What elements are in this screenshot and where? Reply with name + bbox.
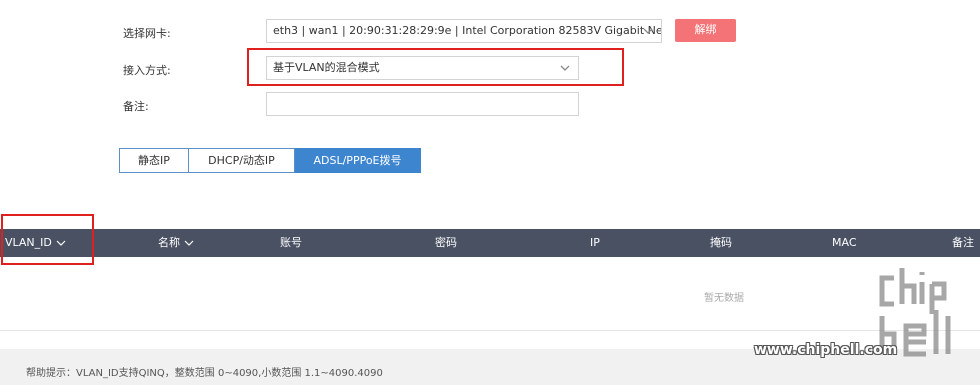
nic-select[interactable]: eth3 | wan1 | 20:90:31:28:29:9e | Intel …: [266, 19, 662, 43]
highlight-box-vlan-id: [1, 214, 94, 265]
column-account: 账号: [280, 236, 302, 249]
table-divider: [0, 330, 980, 331]
nic-select-value: eth3 | wan1 | 20:90:31:28:29:9e | Intel …: [273, 24, 661, 37]
chevron-down-icon: [643, 28, 653, 34]
nic-label: 选择网卡:: [123, 27, 171, 40]
column-note: 备注: [952, 236, 974, 249]
column-name[interactable]: 名称: [158, 229, 194, 257]
unbind-button[interactable]: 解绑: [675, 19, 736, 42]
tab-pppoe[interactable]: ADSL/PPPoE拨号: [295, 148, 421, 173]
note-label: 备注:: [123, 100, 149, 113]
connection-type-tabs: 静态IP DHCP/动态IP ADSL/PPPoE拨号: [119, 148, 421, 173]
column-mac: MAC: [832, 236, 857, 249]
note-input[interactable]: [266, 92, 579, 116]
column-mask: 掩码: [710, 236, 732, 249]
tab-static-ip[interactable]: 静态IP: [119, 148, 189, 173]
table-header: VLAN_ID 名称 账号 密码 IP 掩码 MAC 备注: [0, 229, 980, 257]
column-password: 密码: [435, 236, 457, 249]
column-ip: IP: [590, 236, 600, 249]
empty-state-text: 暂无数据: [704, 293, 744, 304]
access-mode-label: 接入方式:: [123, 64, 171, 77]
tab-dhcp[interactable]: DHCP/动态IP: [189, 148, 295, 173]
highlight-box-access-mode: [247, 48, 624, 86]
column-name-label: 名称: [158, 236, 180, 249]
help-hint-text: 帮助提示：VLAN_ID支持QINQ，整数范围 0~4090,小数范围 1.1~…: [26, 368, 383, 379]
chevron-down-icon: [184, 240, 194, 246]
watermark-site: www.chiphell.com: [754, 342, 898, 358]
